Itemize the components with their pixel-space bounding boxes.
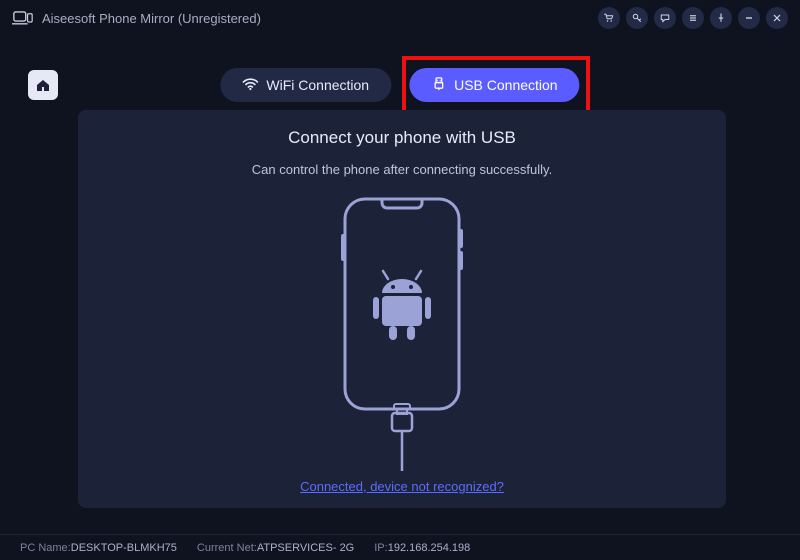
titlebar-actions — [598, 7, 788, 29]
phone-illustration — [327, 191, 477, 471]
help-link[interactable]: Connected, device not recognized? — [300, 479, 504, 494]
connection-tabs: WiFi Connection USB Connection — [220, 68, 579, 102]
status-ip-label: IP: — [374, 542, 387, 554]
home-button[interactable] — [28, 70, 58, 100]
minimize-icon[interactable] — [738, 7, 760, 29]
app-title: Aiseesoft Phone Mirror (Unregistered) — [42, 11, 261, 26]
status-net-value: ATPSERVICES- 2G — [257, 542, 354, 554]
status-ip-value: 192.168.254.198 — [388, 542, 471, 554]
status-pc-label: PC Name: — [20, 542, 71, 554]
cart-icon[interactable] — [598, 7, 620, 29]
app-logo-icon — [12, 11, 34, 25]
tab-usb[interactable]: USB Connection — [409, 68, 580, 102]
tab-wifi[interactable]: WiFi Connection — [220, 68, 391, 102]
status-pc: PC Name:DESKTOP-BLMKH75 — [20, 542, 177, 554]
main-panel: Connect your phone with USB Can control … — [78, 110, 726, 508]
tab-wifi-label: WiFi Connection — [266, 77, 369, 93]
usb-icon — [431, 76, 446, 94]
status-net-label: Current Net: — [197, 542, 257, 554]
help-link-container: Connected, device not recognized? — [78, 479, 726, 494]
status-ip: IP:192.168.254.198 — [374, 542, 470, 554]
status-pc-value: DESKTOP-BLMKH75 — [71, 542, 177, 554]
wifi-icon — [242, 77, 258, 94]
panel-subtext: Can control the phone after connecting s… — [252, 162, 552, 177]
tab-usb-label: USB Connection — [454, 77, 558, 93]
pin-icon[interactable] — [710, 7, 732, 29]
key-icon[interactable] — [626, 7, 648, 29]
status-net: Current Net:ATPSERVICES- 2G — [197, 542, 354, 554]
chat-icon[interactable] — [654, 7, 676, 29]
statusbar: PC Name:DESKTOP-BLMKH75 Current Net:ATPS… — [0, 534, 800, 560]
titlebar: Aiseesoft Phone Mirror (Unregistered) — [0, 0, 800, 36]
close-icon[interactable] — [766, 7, 788, 29]
menu-icon[interactable] — [682, 7, 704, 29]
panel-heading: Connect your phone with USB — [288, 128, 516, 148]
